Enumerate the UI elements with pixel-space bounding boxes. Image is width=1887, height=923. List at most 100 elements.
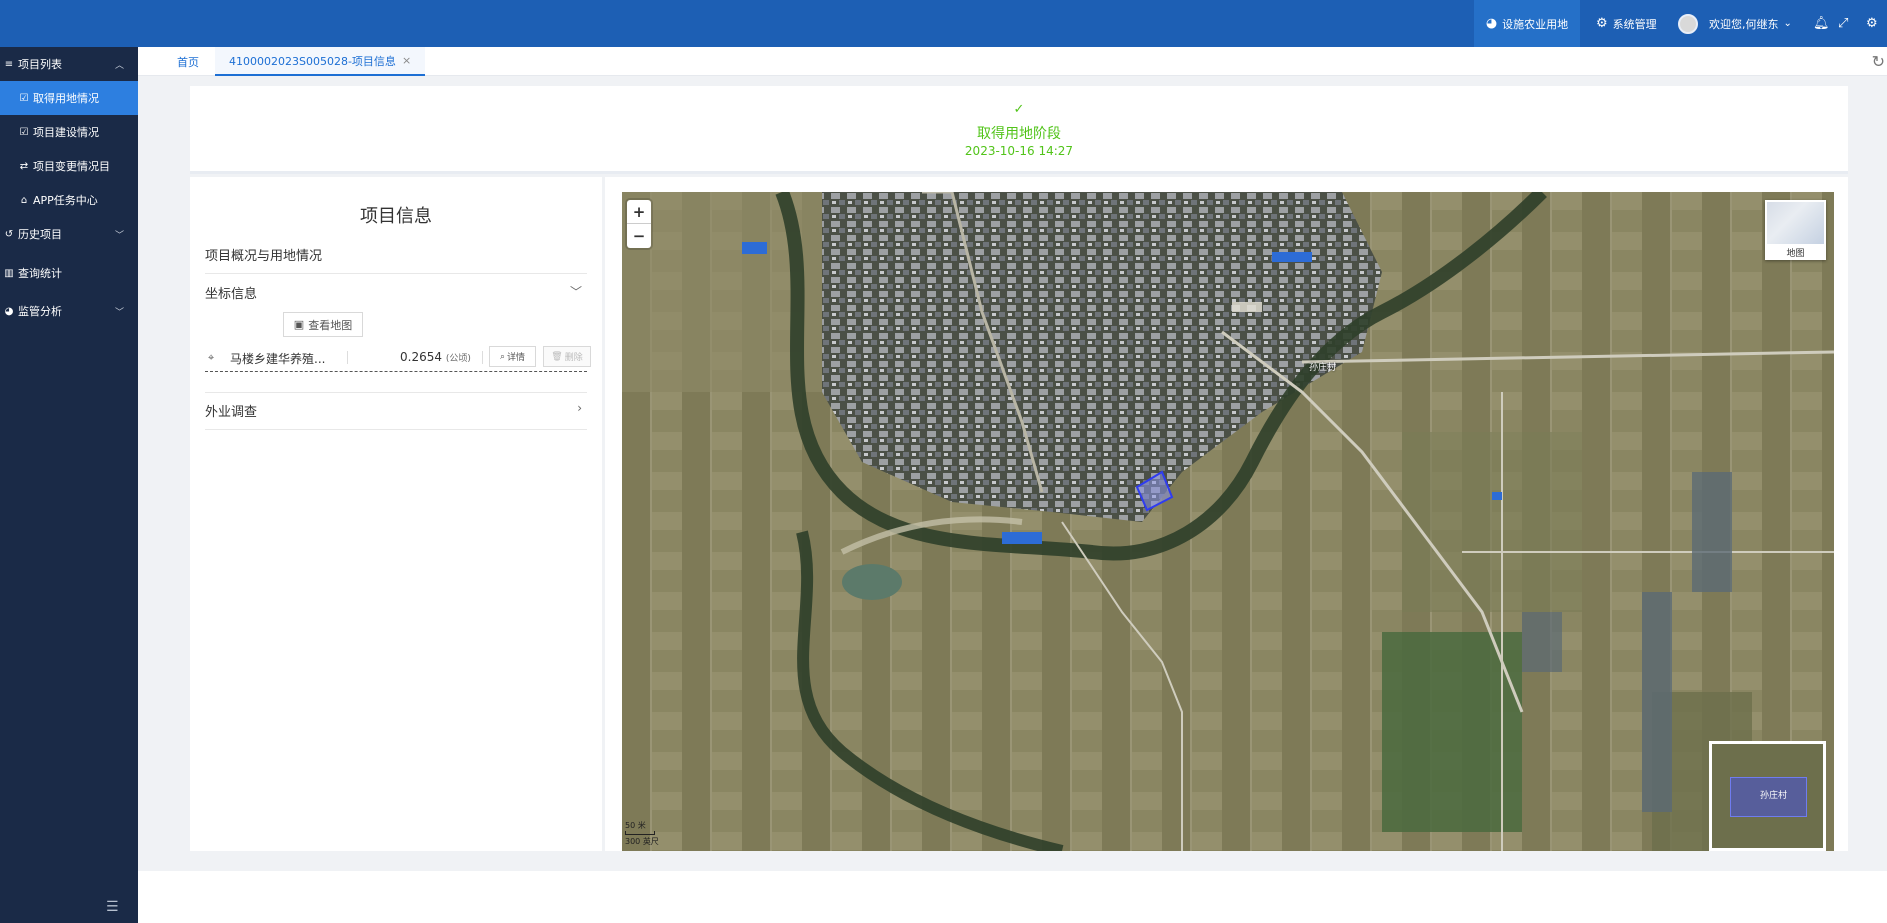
avatar	[1678, 13, 1698, 34]
delete-button[interactable]: 🗑︎ 删除	[543, 346, 591, 367]
chevron-down-icon: ﹀	[114, 230, 124, 241]
stage-date: 2023-10-16 14:27	[964, 144, 1074, 158]
coordinates-section-header[interactable]: 坐标信息 ﹀	[205, 283, 587, 302]
search-icon: ⌕	[499, 351, 506, 362]
institution-icon: ⌂	[20, 194, 28, 206]
sidebar-item-label: 项目列表	[18, 58, 62, 71]
overview-map[interactable]: 孙庄村	[1709, 741, 1826, 851]
sidebar-item-analysis[interactable]: ◕ 监管分析 ﹀	[0, 294, 138, 328]
view-map-button[interactable]: ▣ 查看地图	[283, 312, 363, 337]
scale-meters: 50 米	[625, 821, 646, 830]
list-icon: ≡	[4, 58, 14, 70]
sidebar-item-label: 监管分析	[18, 305, 62, 318]
close-icon[interactable]: ×	[402, 54, 411, 67]
tab-home[interactable]: 首页	[177, 47, 199, 76]
sidebar-item-statistics[interactable]: ▥ 查询统计	[0, 256, 138, 290]
notification-button[interactable]: 🔔︎	[1813, 0, 1830, 47]
village-label: 孙庄村	[1309, 363, 1337, 373]
sidebar-item-change[interactable]: ⇄ 项目变更情况目	[0, 149, 138, 183]
satellite-map[interactable]	[622, 192, 1834, 851]
divider	[205, 392, 587, 393]
settings-button[interactable]: ⚙	[1866, 0, 1878, 47]
user-menu[interactable]: 欢迎您,何继东 ⌄	[1678, 0, 1792, 47]
scale-line	[625, 831, 655, 835]
tab-project-info[interactable]: 4100002023S005028-项目信息 ×	[215, 47, 426, 76]
plot-area: 0.2654 (公顷)	[400, 350, 471, 364]
sidebar-item-construction[interactable]: ☑ 项目建设情况	[0, 115, 138, 149]
scale-bar: 50 米 300 英尺	[625, 820, 659, 847]
overview-label: 孙庄村	[1760, 791, 1788, 801]
sidebar-item-label: 历史项目	[18, 228, 62, 241]
chevron-up-icon: ︿	[114, 60, 124, 71]
history-icon: ↺	[4, 228, 14, 240]
chevron-down-icon: ﹀	[569, 285, 582, 299]
sidebar-item-label: 取得用地情况	[33, 92, 99, 105]
field-survey-label: 外业调查	[205, 405, 258, 420]
trash-icon: 🗑︎	[551, 351, 563, 362]
sidebar: ≡ 项目列表 ︿ ☑ 取得用地情况 ☑ 项目建设情况 ⇄ 项目变更情况目 ⌂ A…	[0, 47, 138, 923]
stage-title: 取得用地阶段	[977, 126, 1061, 142]
view-map-label: 查看地图	[308, 318, 353, 332]
map-thumbnail	[1767, 202, 1824, 244]
user-greeting: 欢迎您,何继东	[1709, 17, 1779, 31]
checkbox-icon: ☑	[19, 92, 29, 104]
layer-switcher[interactable]: 地图	[1765, 200, 1826, 260]
divider	[205, 273, 587, 274]
field-survey-section[interactable]: 外业调查 ›	[205, 401, 587, 420]
overview-heading: 项目概况与用地情况	[205, 249, 323, 264]
plot-name: 马楼乡建华养殖...	[230, 352, 326, 366]
bell-icon: 🔔︎	[1813, 16, 1830, 31]
plot-row[interactable]: ⌖ 马楼乡建华养殖... 0.2654 (公顷) ⌕ 详情 🗑︎ 删除	[205, 342, 591, 372]
sidebar-item-land-acquisition[interactable]: ☑ 取得用地情况	[0, 81, 138, 115]
detail-label: 详情	[507, 353, 526, 363]
nav-facility-agriculture-label: 设施农业用地	[1502, 17, 1569, 31]
sidebar-item-app-task[interactable]: ⌂ APP任务中心	[0, 183, 138, 217]
project-info-panel: 项目信息 项目概况与用地情况 坐标信息 ﹀ ▣ 查看地图 ⌖ 马楼乡建华养殖..…	[190, 177, 602, 851]
tab-project-info-label: 4100002023S005028-项目信息	[229, 54, 396, 68]
collapse-menu-icon[interactable]: ☰	[106, 899, 119, 915]
footer-blank	[138, 871, 1887, 923]
sidebar-item-project-list[interactable]: ≡ 项目列表 ︿	[0, 47, 138, 81]
chevron-down-icon: ⌄	[1783, 17, 1792, 29]
nav-facility-agriculture[interactable]: ◕ 设施农业用地	[1474, 0, 1580, 47]
check-icon: ✓	[1013, 102, 1025, 117]
zoom-in-button[interactable]: +	[627, 200, 651, 224]
gear-icon: ⚙	[1866, 16, 1878, 31]
sidebar-item-label: 项目变更情况目	[33, 160, 110, 173]
zoom-control: + −	[627, 200, 651, 248]
tabs-bar: 首页 4100002023S005028-项目信息 × ↻	[138, 47, 1887, 76]
image-icon: ▣	[293, 318, 305, 331]
sidebar-item-label: APP任务中心	[33, 194, 98, 207]
separator	[482, 351, 483, 364]
scale-feet: 300 英尺	[625, 837, 659, 846]
top-header: ◕ 设施农业用地 ⚙ 系统管理 欢迎您,何继东 ⌄ 🔔︎ ⤢ ⚙	[0, 0, 1887, 47]
checkbox-icon: ☑	[19, 126, 29, 138]
satellite-imagery	[622, 192, 1834, 851]
zoom-out-button[interactable]: −	[627, 224, 651, 248]
refresh-icon[interactable]: ↻	[1872, 52, 1885, 71]
bar-chart-icon: ▥	[4, 267, 14, 279]
divider	[205, 429, 587, 430]
sidebar-item-history[interactable]: ↺ 历史项目 ﹀	[0, 217, 138, 251]
stage-card: ✓ 取得用地阶段 2023-10-16 14:27	[190, 86, 1848, 174]
detail-button[interactable]: ⌕ 详情	[489, 346, 536, 367]
expand-icon: ⤢	[1838, 16, 1849, 31]
layer-switcher-label: 地图	[1786, 249, 1805, 259]
fullscreen-button[interactable]: ⤢	[1838, 0, 1848, 47]
plot-area-value: 0.2654	[400, 350, 442, 364]
separator	[347, 351, 348, 364]
coordinates-label: 坐标信息	[205, 287, 258, 302]
sidebar-item-label: 查询统计	[18, 267, 62, 280]
plot-area-unit: (公顷)	[445, 354, 471, 364]
location-pin-icon: ⌖	[208, 351, 215, 364]
tab-home-label: 首页	[177, 55, 199, 69]
panel-title: 项目信息	[360, 206, 432, 227]
gears-icon: ⚙	[1596, 16, 1608, 31]
chevron-down-icon: ﹀	[114, 307, 124, 318]
pie-chart-icon: ◕	[4, 305, 14, 317]
nav-system-management-label: 系统管理	[1612, 17, 1657, 31]
nav-system-management[interactable]: ⚙ 系统管理	[1596, 0, 1657, 47]
chevron-right-icon: ›	[577, 401, 582, 415]
exchange-icon: ⇄	[19, 160, 29, 172]
pie-chart-icon: ◕	[1485, 16, 1498, 31]
